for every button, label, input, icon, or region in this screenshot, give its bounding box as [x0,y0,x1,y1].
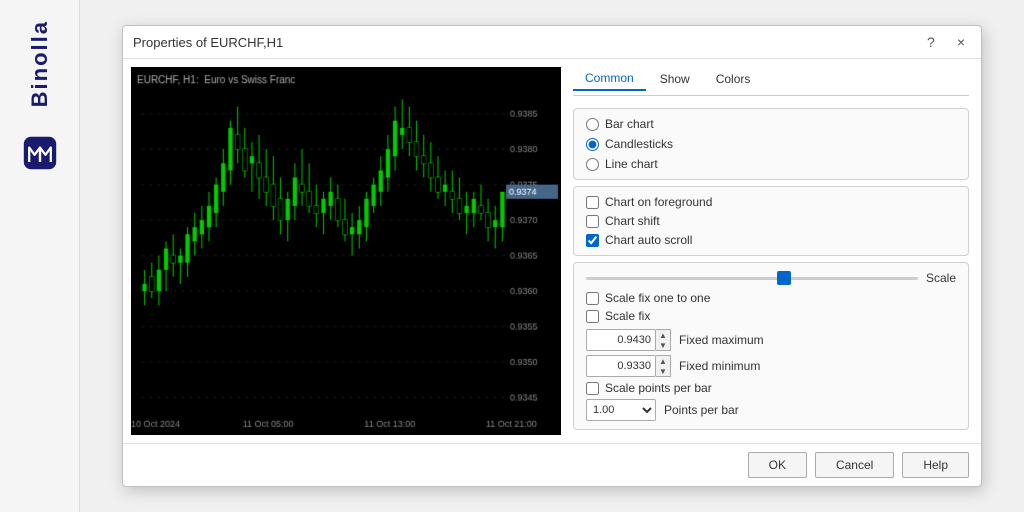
radio-line-input[interactable] [586,158,599,171]
checkbox-shift[interactable]: Chart shift [586,214,956,228]
scale-row: Scale [586,271,956,285]
radio-candlestick-input[interactable] [586,138,599,151]
radio-line[interactable]: Line chart [586,157,956,171]
checkbox-foreground[interactable]: Chart on foreground [586,195,956,209]
checkbox-section: Chart on foreground Chart shift Chart au… [573,186,969,256]
checkbox-autoscroll[interactable]: Chart auto scroll [586,233,956,247]
checkbox-fix-one-to-one-input[interactable] [586,292,599,305]
checkbox-points-per-bar-label: Scale points per bar [605,381,712,395]
close-button[interactable]: × [951,32,971,52]
dialog-title: Properties of EURCHF,H1 [133,35,283,50]
fixed-min-input[interactable] [586,355,656,377]
dialog-controls: ? × [921,32,971,52]
radio-bar[interactable]: Bar chart [586,117,956,131]
points-row: 1.00 2.00 0.50 Points per bar [586,399,956,421]
checkbox-fix-one-to-one-label: Scale fix one to one [605,291,710,305]
help-button[interactable]: ? [921,32,941,52]
checkbox-fix[interactable]: Scale fix [586,309,956,323]
main-area: Properties of EURCHF,H1 ? × Common Sh [80,0,1024,512]
fixed-min-spinner: ▲ ▼ [586,355,671,377]
checkbox-points-per-bar-input[interactable] [586,382,599,395]
points-label: Points per bar [664,403,739,417]
chart-container [131,67,561,435]
fixed-max-up[interactable]: ▲ [656,330,670,340]
cancel-button[interactable]: Cancel [815,452,894,478]
fixed-min-down[interactable]: ▼ [656,366,670,376]
checkbox-fix-one-to-one[interactable]: Scale fix one to one [586,291,956,305]
checkbox-points-per-bar[interactable]: Scale points per bar [586,381,956,395]
checkbox-foreground-label: Chart on foreground [605,195,712,209]
radio-bar-label: Bar chart [605,117,654,131]
fixed-min-label: Fixed minimum [679,359,760,373]
dialog-body: Common Show Colors Bar chart [123,59,981,443]
ok-button[interactable]: OK [748,452,807,478]
app-container: Binolla Properties of EURCHF,H1 ? × [0,0,1024,512]
chart-canvas [131,67,561,435]
checkbox-autoscroll-label: Chart auto scroll [605,233,692,247]
help-footer-button[interactable]: Help [902,452,969,478]
radio-candlestick-label: Candlesticks [605,137,673,151]
tab-show[interactable]: Show [648,67,702,91]
chart-type-section: Bar chart Candlesticks Line chart [573,108,969,180]
checkbox-shift-label: Chart shift [605,214,660,228]
tab-colors[interactable]: Colors [704,67,763,91]
checkbox-fix-label: Scale fix [605,309,650,323]
dialog-titlebar: Properties of EURCHF,H1 ? × [123,26,981,59]
scale-slider[interactable] [586,277,918,280]
fixed-min-spin-buttons: ▲ ▼ [656,355,671,377]
fixed-max-input[interactable] [586,329,656,351]
sidebar: Binolla [0,0,80,512]
radio-candlestick[interactable]: Candlesticks [586,137,956,151]
fixed-max-label: Fixed maximum [679,333,764,347]
scale-section: Scale Scale fix one to one Scale fix [573,262,969,430]
points-select[interactable]: 1.00 2.00 0.50 [586,399,656,421]
checkbox-autoscroll-input[interactable] [586,234,599,247]
fixed-min-row: ▲ ▼ Fixed minimum [586,355,956,377]
sidebar-logo: Binolla [27,20,53,107]
tab-common[interactable]: Common [573,67,646,91]
dialog: Properties of EURCHF,H1 ? × Common Sh [122,25,982,487]
radio-bar-input[interactable] [586,118,599,131]
fixed-max-spin-buttons: ▲ ▼ [656,329,671,351]
tabs: Common Show Colors [573,67,969,96]
checkbox-fix-input[interactable] [586,310,599,323]
fixed-min-up[interactable]: ▲ [656,356,670,366]
right-panel: Common Show Colors Bar chart [561,59,981,443]
fixed-max-spinner: ▲ ▼ [586,329,671,351]
dialog-footer: OK Cancel Help [123,443,981,486]
checkbox-foreground-input[interactable] [586,196,599,209]
fixed-max-down[interactable]: ▼ [656,340,670,350]
radio-group: Bar chart Candlesticks Line chart [586,117,956,171]
radio-line-label: Line chart [605,157,658,171]
scale-label: Scale [926,271,956,285]
checkbox-shift-input[interactable] [586,215,599,228]
fixed-max-row: ▲ ▼ Fixed maximum [586,329,956,351]
sidebar-icon [20,133,60,173]
